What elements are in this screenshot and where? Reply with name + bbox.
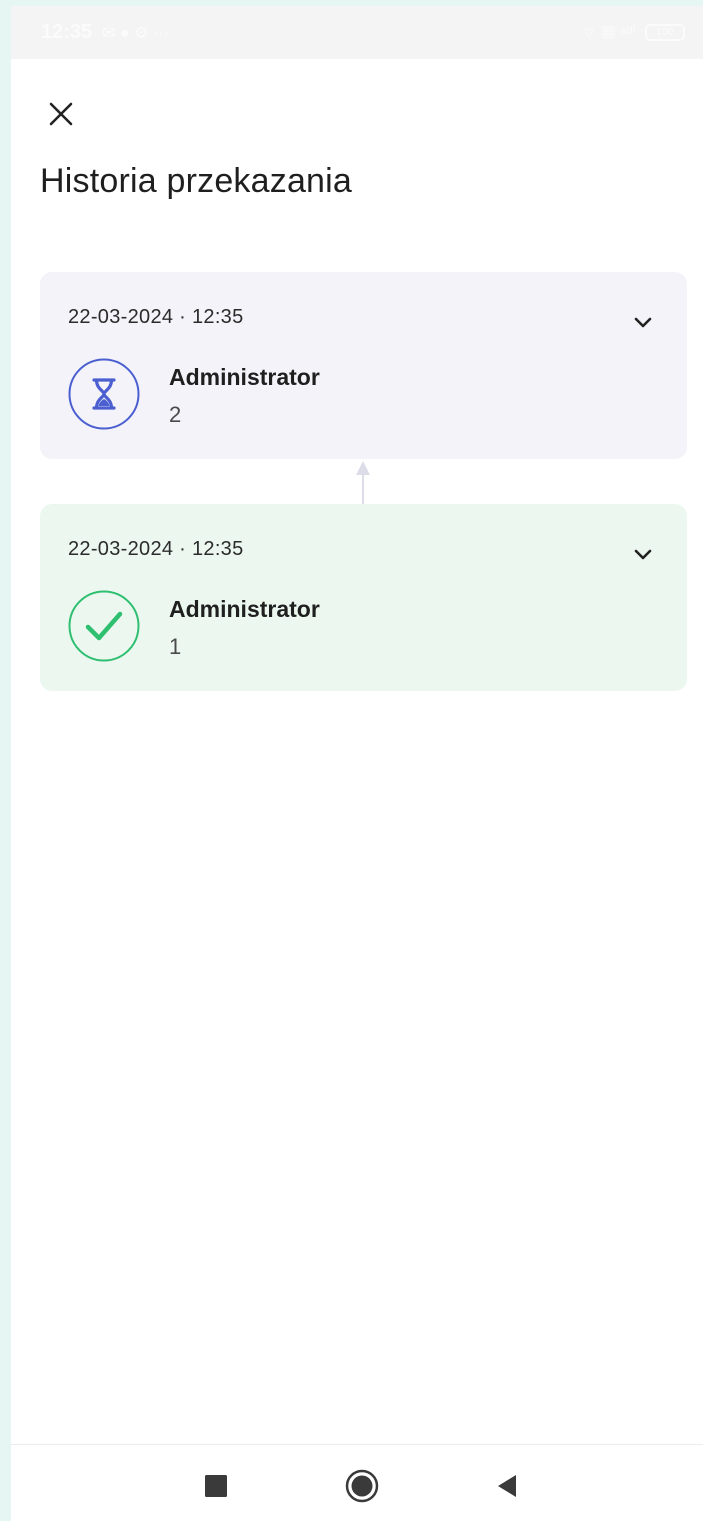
status-right: ⌔ ▦ ᵃᵗˡˡ 100 [582,23,685,43]
hourglass-icon [68,358,140,430]
card-number: 1 [169,634,182,659]
status-bar: 12:35 ✉ ● ⚙ ··· ⌔ ▦ ᵃᵗˡˡ 100 [11,6,703,59]
connector-arrow-icon [356,461,370,504]
screen: 12:35 ✉ ● ⚙ ··· ⌔ ▦ ᵃᵗˡˡ 100 Historia pr… [11,6,703,1521]
signal-icons: ⌔ ▦ ᵃᵗˡˡ [581,24,635,42]
back-button[interactable] [490,1469,524,1503]
home-icon [345,1469,379,1503]
notification-icons: ✉ ● ⚙ ··· [102,24,169,42]
history-card-completed[interactable]: 22-03-2024 · 12:35 Administrator 1 [40,504,687,691]
home-button[interactable] [345,1469,379,1503]
check-icon [68,590,140,662]
status-time: 12:35 [41,21,93,43]
page-title: Historia przekazania [40,162,353,200]
back-icon [498,1475,516,1497]
card-datetime: 22-03-2024 · 12:35 [68,538,244,560]
card-name: Administrator [169,596,320,622]
expand-button[interactable] [627,306,659,338]
card-datetime: 22-03-2024 · 12:35 [68,306,244,328]
expand-button[interactable] [627,538,659,570]
chevron-down-icon [634,317,652,328]
navigation-bar [11,1444,703,1521]
card-name: Administrator [169,364,320,390]
close-button[interactable] [39,92,83,136]
card-number: 2 [169,402,182,427]
recents-icon [205,1475,227,1497]
close-icon [49,102,73,126]
chevron-down-icon [634,549,652,560]
history-card-pending[interactable]: 22-03-2024 · 12:35 Administrator 2 [40,272,687,459]
status-left: 12:35 ✉ ● ⚙ ··· [41,21,169,44]
battery-icon: 100 [645,24,685,41]
recents-button[interactable] [199,1469,233,1503]
